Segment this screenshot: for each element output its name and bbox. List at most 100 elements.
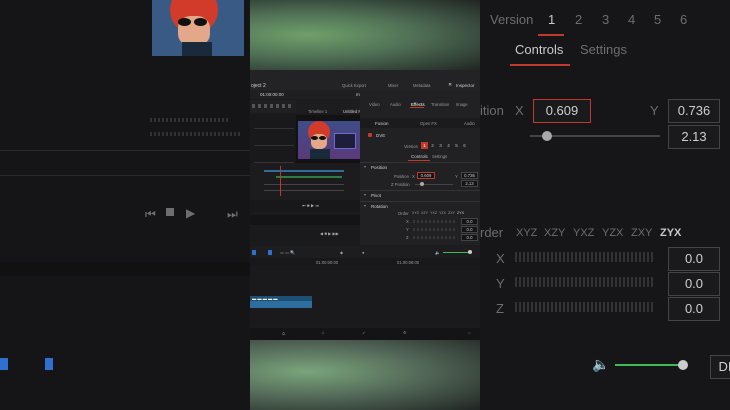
- timeline-tracks[interactable]: [250, 265, 480, 325]
- background-left-panel: ⏮ ▶ ⏭: [0, 0, 250, 410]
- volume-slider[interactable]: [468, 250, 472, 254]
- order-yxz[interactable]: YXZ: [430, 211, 437, 215]
- dve-enable-toggle[interactable]: [368, 133, 372, 137]
- bg-settings-tab: Settings: [580, 42, 627, 57]
- snap-icon[interactable]: ◆: [340, 250, 343, 255]
- bg-x-field: 0.609: [533, 99, 591, 123]
- z-position-slider[interactable]: [420, 182, 424, 186]
- position-x-label: X: [412, 174, 415, 179]
- project-title: oject 2: [251, 83, 266, 89]
- pivot-section-title: Pivot: [371, 193, 382, 198]
- rotation-section-title: Rotation: [371, 204, 388, 209]
- transport-controls[interactable]: ⏮ ■ ▶ ⏭: [302, 203, 319, 208]
- deliver-page-icon[interactable]: ➶: [362, 330, 366, 335]
- bg-rot-x-label: X: [496, 251, 505, 266]
- video-clip[interactable]: [250, 301, 312, 308]
- bg-x-label: X: [515, 103, 524, 118]
- order-xzy[interactable]: XZY: [421, 211, 428, 215]
- character-thumbnail: [152, 0, 244, 56]
- video-bottom-gradient: [250, 340, 480, 410]
- dve-label: DVE: [376, 133, 386, 138]
- rotation-collapse-icon[interactable]: ▾: [364, 203, 366, 208]
- bg-order-xzy: XZY: [544, 227, 566, 239]
- bg-y-label: Y: [650, 103, 659, 118]
- position-x-field[interactable]: 0.609: [417, 172, 435, 179]
- order-zyx[interactable]: ZYX: [457, 211, 464, 215]
- version-2[interactable]: 2: [429, 142, 436, 149]
- position-label: Position: [394, 174, 409, 179]
- z-position-field[interactable]: 2.13: [461, 180, 478, 187]
- order-yzx[interactable]: YZX: [439, 211, 446, 215]
- rewind-icon[interactable]: ⏮: [145, 207, 156, 222]
- bg-order-yzx: YZX: [602, 227, 624, 239]
- position-collapse-icon[interactable]: ▾: [364, 164, 366, 169]
- controls-tab[interactable]: Controls: [411, 154, 428, 159]
- flag-icon[interactable]: [0, 358, 8, 370]
- bg-version-2: 2: [575, 12, 583, 27]
- settings-tab[interactable]: Settings: [432, 154, 447, 159]
- subtab-fusion[interactable]: Fusion: [375, 121, 389, 126]
- position-section-title: Position: [371, 165, 388, 170]
- bg-version-6: 6: [680, 12, 688, 27]
- tab-audio[interactable]: Audio: [390, 102, 401, 107]
- version-3[interactable]: 3: [437, 142, 444, 149]
- home-icon[interactable]: ⌂: [468, 330, 471, 335]
- speaker-icon[interactable]: 🔈: [435, 250, 440, 256]
- transport-controls-2[interactable]: ◀ ■ ▶ ▶▶: [320, 231, 339, 236]
- version-1[interactable]: 1: [421, 142, 428, 149]
- rotation-y-label: Y: [406, 227, 409, 232]
- viewer-timecode: 01:00:00:00: [260, 92, 284, 97]
- stop-icon[interactable]: [166, 208, 174, 216]
- marker-icon[interactable]: [268, 250, 272, 255]
- subtab-audio[interactable]: Audio: [464, 121, 475, 126]
- metadata-button[interactable]: Metadata: [413, 83, 430, 88]
- mixer-button[interactable]: Mixer: [388, 83, 398, 88]
- bg-rot-z-label: Z: [496, 301, 504, 316]
- bg-rot-y-field: 0.0: [668, 272, 720, 296]
- version-6[interactable]: 6: [461, 142, 468, 149]
- bg-order-zxy: ZXY: [631, 227, 653, 239]
- pivot-collapse-icon[interactable]: ▾: [364, 192, 366, 197]
- position-y-field[interactable]: 0.736: [461, 172, 478, 179]
- bg-version-4: 4: [628, 12, 636, 27]
- rotation-x-field[interactable]: 0.0: [461, 218, 478, 225]
- bg-speaker-icon: 🔈: [592, 356, 610, 372]
- fairlight-page-icon[interactable]: ♫: [321, 330, 324, 335]
- cut-page-icon[interactable]: ⛭: [282, 331, 285, 336]
- rotation-y-field[interactable]: 0.0: [461, 226, 478, 233]
- flag-icon[interactable]: [252, 250, 256, 255]
- rotation-x-label: X: [406, 219, 409, 224]
- play-icon[interactable]: ▶: [186, 206, 195, 220]
- inspector-button[interactable]: Inspector: [456, 83, 475, 88]
- bg-order-yxz: YXZ: [573, 227, 595, 239]
- settings-icon[interactable]: ⚙: [403, 330, 407, 335]
- tab-video[interactable]: Video: [369, 102, 380, 107]
- bg-order-zyx: ZYX: [660, 227, 682, 239]
- bg-rot-y-label: Y: [496, 276, 505, 291]
- bg-position-label: ition: [480, 103, 504, 118]
- background-right-panel: Version 1 2 3 4 5 6 Controls Settings it…: [480, 0, 730, 410]
- version-4[interactable]: 4: [445, 142, 452, 149]
- bg-order-label: rder: [480, 225, 504, 240]
- quick-export-button[interactable]: Quick Export: [342, 83, 366, 88]
- video-top-gradient: [250, 0, 480, 70]
- version-5[interactable]: 5: [453, 142, 460, 149]
- bg-version-1: 1: [548, 12, 556, 27]
- zoom-icons[interactable]: ▭ ▭ 🔍: [280, 250, 295, 256]
- inspector-icon[interactable]: ✕: [448, 82, 453, 88]
- bg-rot-z-field: 0.0: [668, 297, 720, 321]
- order-label: Order: [398, 211, 409, 216]
- link-icon[interactable]: ●: [362, 250, 365, 255]
- tab-image[interactable]: Image: [456, 102, 468, 107]
- tab-transition[interactable]: Transition: [431, 102, 449, 107]
- order-zxy[interactable]: ZXY: [448, 211, 455, 215]
- rotation-z-field[interactable]: 0.0: [461, 234, 478, 241]
- fast-forward-icon[interactable]: ⏭: [227, 207, 238, 222]
- marker-icon[interactable]: [45, 358, 53, 370]
- resolve-window: oject 2 Quick Export Mixer Metadata ✕ In…: [250, 70, 480, 340]
- bg-y-field: 0.736: [668, 99, 720, 123]
- bg-version-5: 5: [654, 12, 662, 27]
- subtab-open-fx[interactable]: Open FX: [420, 121, 437, 126]
- bg-rot-x-field: 0.0: [668, 247, 720, 271]
- order-xyz[interactable]: XYZ: [412, 211, 419, 215]
